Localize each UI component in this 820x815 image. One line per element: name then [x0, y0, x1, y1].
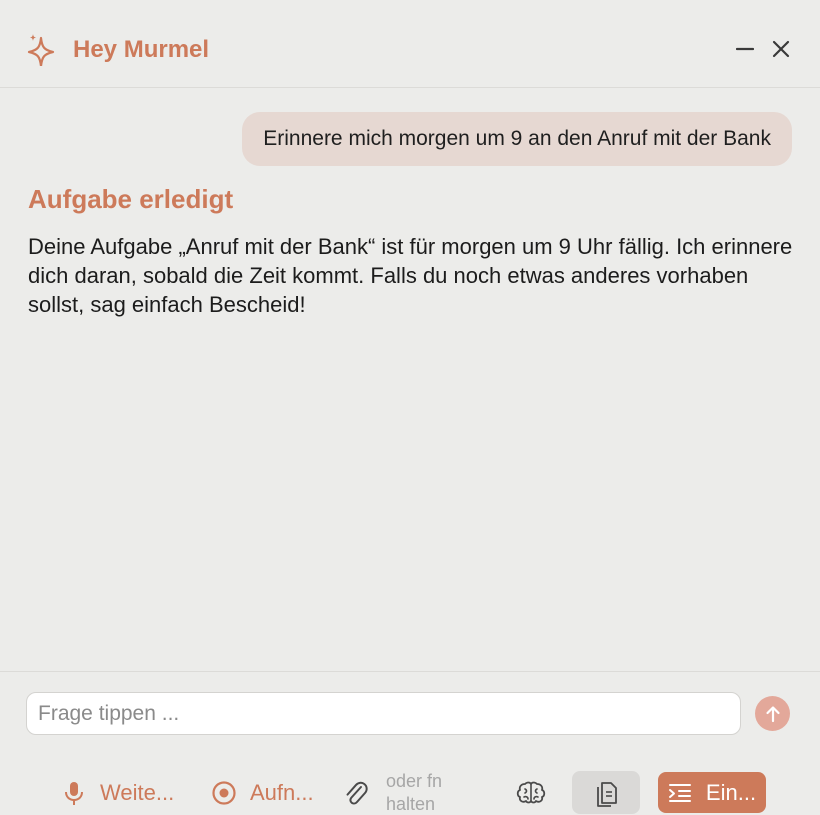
hotkey-hint: oder fn halten [386, 771, 443, 814]
record-button[interactable]: Aufn... [210, 770, 314, 815]
minimize-icon [736, 47, 754, 51]
app-title: Hey Murmel [73, 36, 210, 63]
minimize-button[interactable] [732, 36, 758, 62]
send-button[interactable] [755, 696, 790, 731]
insert-button[interactable]: Ein... [658, 772, 766, 813]
record-icon [212, 780, 236, 805]
bottom-toolbar: Weite... Aufn... oder fn halten Ein... [0, 770, 820, 815]
title-bar: Hey Murmel [0, 0, 820, 88]
insert-label: Ein... [705, 779, 757, 805]
dictation-label: Weite... [100, 779, 175, 805]
close-button[interactable] [768, 36, 794, 62]
paperclip-icon [346, 781, 368, 804]
attach-button[interactable] [342, 770, 370, 815]
list-indent-icon [668, 783, 691, 802]
copy-button[interactable] [572, 771, 640, 814]
arrow-up-icon [765, 705, 780, 722]
sparkle-icon [27, 34, 55, 66]
copy-icon [597, 781, 617, 807]
record-label: Aufn... [250, 779, 314, 805]
question-input[interactable] [26, 692, 741, 735]
memory-button[interactable] [514, 770, 548, 815]
reply-body: Deine Aufgabe „Anruf mit der Bank“ ist f… [28, 234, 793, 317]
microphone-icon [65, 781, 83, 805]
close-icon [772, 40, 790, 58]
dictation-button[interactable]: Weite... [60, 770, 174, 815]
composer-divider [0, 671, 820, 672]
user-message-bubble: Erinnere mich morgen um 9 an den Anruf m… [242, 112, 792, 166]
brain-icon [516, 781, 546, 803]
assistant-window: Hey Murmel Erinnere mich morgen um 9 an … [0, 0, 820, 815]
reply-title: Aufgabe erledigt [28, 184, 234, 214]
